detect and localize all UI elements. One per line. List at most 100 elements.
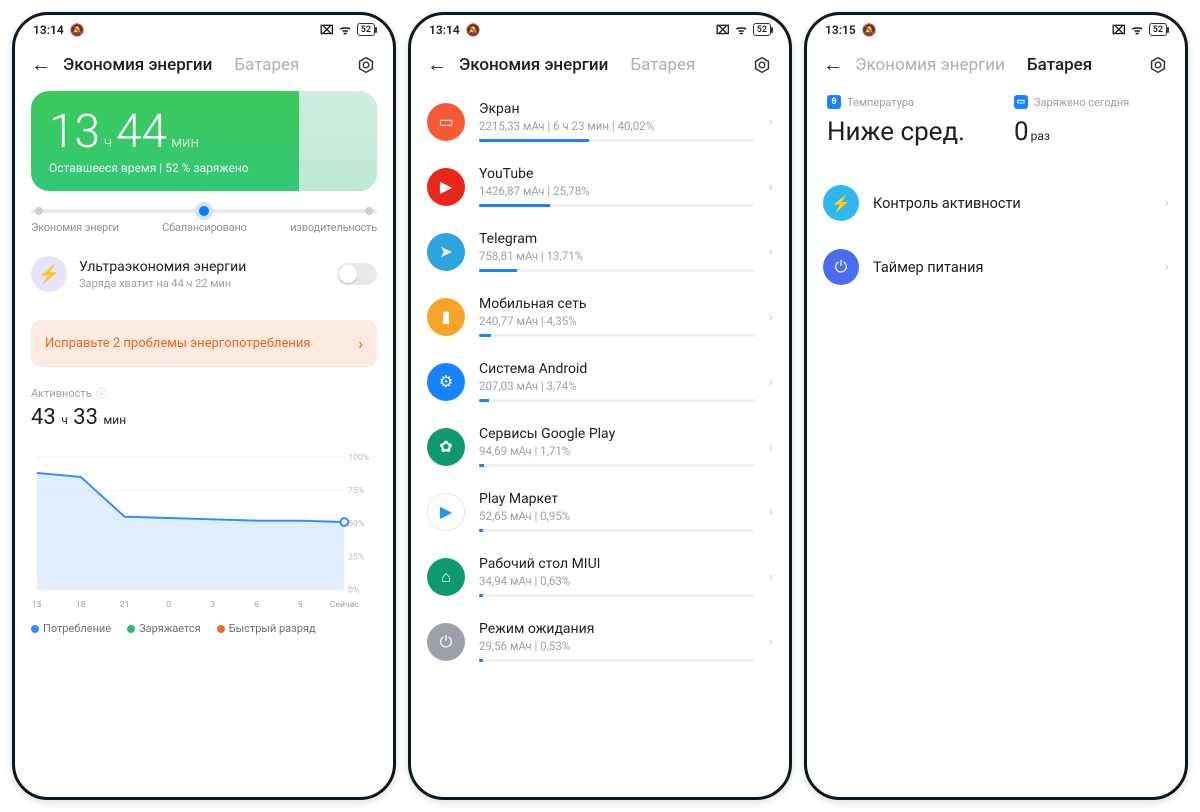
back-button[interactable]: ← [31,52,51,77]
chevron-right-icon: › [769,439,773,455]
app-row[interactable]: ✿ Сервисы Google Play 94,69 мАч | 1,71% … [427,416,773,481]
keyboard-icon: ⌧ [1112,23,1126,37]
settings-icon[interactable] [355,54,377,76]
settings-icon[interactable] [751,54,773,76]
calendar-icon: ▭ [1014,95,1028,109]
app-row[interactable]: ⚙ Система Android 207,03 мАч | 3,74% › [427,351,773,416]
app-usage-bar [479,529,755,532]
wifi-icon: ᯤ [340,21,351,38]
keyboard-icon: ⌧ [320,23,334,37]
back-button[interactable]: ← [823,52,843,77]
app-name: Режим ожидания [479,621,755,637]
svg-text:15: 15 [32,600,42,610]
svg-text:18: 18 [76,600,86,610]
power-mode-slider[interactable]: Экономия энерги Сбалансировано изводител… [31,209,377,234]
ultra-subtitle: Заряда хватит на 44 ч 22 мин [79,277,325,290]
hero-mins: 44 [116,109,167,155]
hero-hours-unit: ч [104,133,112,151]
legend-consume: Потребление [43,622,111,635]
svg-text:0: 0 [166,600,171,610]
remaining-time-card[interactable]: 13 ч 44 мин Оставшееся время | 52 % заря… [31,91,377,191]
app-usage-bar [479,399,755,402]
chevron-right-icon: › [769,309,773,325]
app-usage-bar [479,204,755,207]
activity-label: Активность [31,387,92,400]
app-usage-text: 2215,33 мАч | 6 ч 23 мин | 40,02% [479,119,755,133]
chevron-right-icon: › [358,334,363,353]
app-row[interactable]: ▶ Play Маркет 52,65 мАч | 0,95% › [427,481,773,546]
back-button[interactable]: ← [427,52,447,77]
slider-label-center: Сбалансировано [162,221,247,234]
hero-mins-unit: мин [171,133,199,151]
app-row[interactable]: ⏻ Режим ожидания 29,56 мАч | 0,53% › [427,611,773,676]
app-usage-list: ▭ Экран 2215,33 мАч | 6 ч 23 мин | 40,02… [427,91,773,676]
ultra-toggle[interactable] [337,263,377,285]
app-usage-bar [479,269,755,272]
temperature-label: Температура [847,96,914,109]
battery-icon: 52 [357,23,375,36]
svg-text:6: 6 [254,600,259,610]
temperature-value: Ниже сред. [827,117,978,147]
svg-text:50%: 50% [348,519,364,529]
app-name: Сервисы Google Play [479,426,755,442]
mute-icon: 🔕 [862,23,877,37]
app-icon: ▭ [427,103,465,141]
issues-banner[interactable]: Исправьте 2 проблемы энергопотребления › [31,320,377,367]
tab-energy[interactable]: Экономия энергии [459,55,608,75]
tab-battery[interactable]: Батарея [1027,55,1092,75]
status-time: 13:15 [825,23,856,37]
app-icon: ✿ [427,428,465,466]
tab-battery[interactable]: Батарея [234,55,299,75]
legend-charge: Заряжается [139,622,201,635]
app-row[interactable]: ▭ Экран 2215,33 мАч | 6 ч 23 мин | 40,02… [427,91,773,156]
help-icon[interactable]: ⓘ [96,385,107,401]
setting-label: Таймер питания [873,259,1151,276]
battery-icon: 52 [753,23,771,36]
app-row[interactable]: ▮ Мобильная сеть 240,77 мАч | 4,35% › [427,286,773,351]
ultra-title: Ультраэкономия энергии [79,259,325,275]
battery-stats: θТемпература Ниже сред. ▭ Заряжено сегодн… [823,91,1169,171]
slider-stop-economy[interactable] [35,207,43,215]
charged-today-tile[interactable]: ▭Заряжено сегодня 0раз [1014,95,1165,147]
app-usage-text: 34,94 мАч | 0,63% [479,574,755,588]
app-row[interactable]: ⌂ Рабочий стол MIUI 34,94 мАч | 0,63% › [427,546,773,611]
activity-hours-unit: ч [61,413,68,427]
app-icon: ▶ [427,493,465,531]
app-row[interactable]: ➤ Telegram 758,81 мАч | 13,71% › [427,221,773,286]
app-row[interactable]: ▶ YouTube 1426,87 мАч | 25,78% › [427,156,773,221]
settings-icon[interactable] [1147,54,1169,76]
slider-stop-performance[interactable] [365,207,373,215]
chart-legend: Потребление Заряжается Быстрый разряд [31,622,377,635]
svg-text:25%: 25% [348,552,364,562]
tab-battery[interactable]: Батарея [630,55,695,75]
app-usage-bar [479,334,755,337]
charged-label: Заряжено сегодня [1034,96,1129,109]
app-name: Экран [479,101,755,117]
tab-energy[interactable]: Экономия энергии [855,55,1005,75]
app-icon: ⚙ [427,363,465,401]
app-usage-bar [479,464,755,467]
status-time: 13:14 [33,23,64,37]
app-usage-text: 52,65 мАч | 0,95% [479,509,755,523]
svg-text:75%: 75% [348,486,364,496]
mute-icon: 🔕 [70,23,85,37]
page-header: ← Экономия энергии Батарея [411,42,789,91]
chevron-right-icon: › [1165,259,1169,275]
slider-label-right: изводительность [290,221,377,234]
setting-row[interactable]: ⚡ Контроль активности › [823,171,1169,235]
chevron-right-icon: › [769,114,773,130]
chevron-right-icon: › [769,504,773,520]
app-usage-text: 1426,87 мАч | 25,78% [479,184,755,198]
tab-energy[interactable]: Экономия энергии [63,55,212,75]
app-usage-bar [479,659,755,662]
app-usage-text: 29,56 мАч | 0,53% [479,639,755,653]
temperature-tile[interactable]: θТемпература Ниже сред. [827,95,978,147]
svg-text:9: 9 [298,600,303,610]
status-time: 13:14 [429,23,460,37]
app-usage-text: 94,69 мАч | 1,71% [479,444,755,458]
svg-text:0%: 0% [348,586,359,596]
slider-handle[interactable] [195,202,213,220]
setting-row[interactable]: ⏻ Таймер питания › [823,235,1169,299]
charged-value: 0 [1014,117,1029,147]
activity-mins: 33 [73,405,98,430]
